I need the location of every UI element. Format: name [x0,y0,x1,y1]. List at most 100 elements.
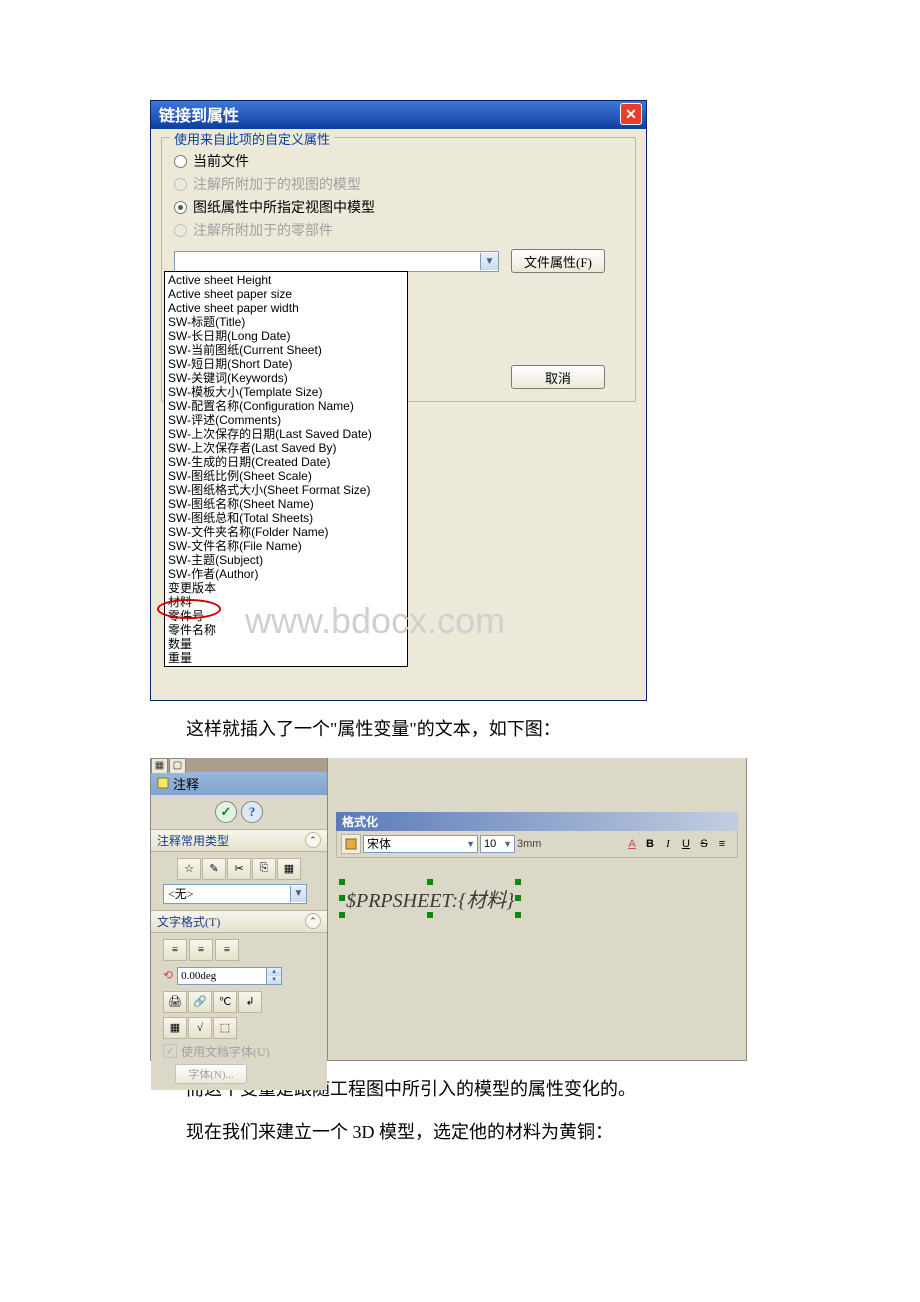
help-button[interactable]: ? [241,801,263,823]
tab-icon[interactable]: ▦ [151,758,168,773]
chevron-up-icon[interactable]: ⌃ [305,913,321,929]
list-item[interactable]: Active sheet paper size [166,287,406,301]
chevron-down-icon[interactable]: ▼ [480,253,498,270]
body-paragraph: 这样就插入了一个"属性变量"的文本，如下图： [150,715,770,744]
list-item[interactable]: 材料 [166,595,406,609]
list-item[interactable]: SW-短日期(Short Date) [166,357,406,371]
toolbar-icon[interactable]: ⬚ [213,1017,237,1039]
toolbar-icon[interactable]: ☆ [177,858,201,880]
property-combobox[interactable]: ▼ [174,251,499,272]
body-paragraph: 现在我们来建立一个 3D 模型，选定他的材料为黄铜： [150,1118,770,1147]
list-item[interactable]: SW-图纸总和(Total Sheets) [166,511,406,525]
font-size-select[interactable]: 10 ▼ [480,835,515,853]
radio-sheet-model[interactable]: 图纸属性中所指定视图中模型 [174,197,623,217]
align-left-icon[interactable]: ≡ [163,939,187,961]
section-text-format[interactable]: 文字格式(T) ⌃ [151,910,327,933]
bold-icon[interactable]: B [643,837,657,851]
list-item[interactable]: SW-上次保存的日期(Last Saved Date) [166,427,406,441]
font-select[interactable]: 宋体 ▼ [363,835,478,853]
spinner-up-icon[interactable]: ▲ [267,968,281,976]
toolbar-icon[interactable]: ▦ [163,1017,187,1039]
chevron-down-icon[interactable]: ▼ [466,839,477,849]
section-annotation-type[interactable]: 注释常用类型 ⌃ [151,829,327,852]
spinner[interactable]: ▲ ▼ [266,968,281,984]
toolbar-icon[interactable]: ✂ [227,858,251,880]
handle-icon[interactable] [339,912,345,918]
justify-icon[interactable]: ≡ [715,837,729,851]
list-item[interactable]: 数量 [166,637,406,651]
radio-view-model: 注解所附加于的视图的模型 [174,174,623,194]
radio-icon [174,178,187,191]
list-item[interactable]: 零件名称 [166,623,406,637]
dialog-title: 链接到属性 [159,102,239,126]
handle-icon[interactable] [515,912,521,918]
color-icon[interactable] [341,834,361,854]
list-item[interactable]: SW-文件名称(File Name) [166,539,406,553]
handle-icon[interactable] [339,879,345,885]
list-item[interactable]: 重量 [166,651,406,665]
list-item[interactable]: SW-关键词(Keywords) [166,371,406,385]
list-item[interactable]: SW-上次保存者(Last Saved By) [166,441,406,455]
list-item[interactable]: SW-主题(Subject) [166,553,406,567]
canvas-area: 格式化 宋体 ▼ 10 ▼ 3mm A [328,758,746,1060]
toolbar-icon[interactable]: ✎ [202,858,226,880]
list-item[interactable]: SW-当前图纸(Current Sheet) [166,343,406,357]
strikethrough-icon[interactable]: S [697,837,711,851]
handle-icon[interactable] [515,895,521,901]
list-item[interactable]: Active sheet paper width [166,301,406,315]
annotation-type-select[interactable]: <无> ▼ [163,884,307,904]
toolbar-icon[interactable]: 🖨 [163,991,187,1013]
list-item[interactable]: Active sheet Height [166,273,406,287]
cancel-button[interactable]: 取消 [511,365,605,389]
text-color-icon[interactable]: A [625,837,639,851]
list-item[interactable]: SW-模板大小(Template Size) [166,385,406,399]
handle-icon[interactable] [339,895,345,901]
list-item[interactable]: SW-生成的日期(Created Date) [166,455,406,469]
property-dropdown-list[interactable]: Active sheet Height Active sheet paper s… [164,271,408,667]
align-center-icon[interactable]: ≡ [189,939,213,961]
chevron-down-icon[interactable]: ▼ [290,886,306,902]
groupbox-title: 使用来自此项的自定义属性 [170,129,334,148]
handle-icon[interactable] [515,879,521,885]
list-item[interactable]: 零件号 [166,609,406,623]
close-icon[interactable]: ✕ [620,103,642,125]
chevron-up-icon[interactable]: ⌃ [305,832,321,848]
annotation-text-selection[interactable]: $PRPSHEET:{材料} [342,882,518,915]
spinner-down-icon[interactable]: ▼ [267,976,281,984]
list-item[interactable]: SW-文件夹名称(Folder Name) [166,525,406,539]
toolbar-icon[interactable]: ↲ [238,991,262,1013]
list-item[interactable]: SW-评述(Comments) [166,413,406,427]
italic-icon[interactable]: I [661,837,675,851]
checkbox-icon: ✓ [163,1044,177,1058]
list-item[interactable]: SW-作者(Author) [166,567,406,581]
format-toolbar-title: 格式化 [336,812,738,831]
link-to-property-dialog: 链接到属性 ✕ 使用来自此项的自定义属性 当前文件 注解所附加于的视图的模型 [150,100,647,701]
format-toolbar: 宋体 ▼ 10 ▼ 3mm A B I U S ≡ [336,831,738,858]
chevron-down-icon[interactable]: ▼ [503,839,514,849]
toolbar-icon[interactable]: ⎘ [252,858,276,880]
list-item[interactable]: SW-图纸名称(Sheet Name) [166,497,406,511]
file-properties-button[interactable]: 文件属性(F) [511,249,605,273]
toolbar-icon[interactable]: ℃ [213,991,237,1013]
note-icon [157,777,169,789]
toolbar-icon[interactable]: √ [188,1017,212,1039]
font-button: 字体(N)... [175,1064,247,1084]
property-manager-panel: 注释 ✓ ? 注释常用类型 ⌃ ☆ ✎ ✂ ⎘ ▦ <无> [151,758,328,1060]
list-item[interactable]: SW-图纸格式大小(Sheet Format Size) [166,483,406,497]
handle-icon[interactable] [427,912,433,918]
toolbar-icon[interactable]: ▦ [277,858,301,880]
underline-icon[interactable]: U [679,837,693,851]
toolbar-icon[interactable]: 🔗 [188,991,212,1013]
tab-icon[interactable]: ▢ [169,758,186,773]
handle-icon[interactable] [427,879,433,885]
list-item[interactable]: SW-配置名称(Configuration Name) [166,399,406,413]
list-item[interactable]: SW-图纸比例(Sheet Scale) [166,469,406,483]
list-item[interactable]: 变更版本 [166,581,406,595]
use-doc-font-checkbox: ✓ 使用文档字体(U) [163,1043,321,1060]
angle-input[interactable]: 0.00deg ▲ ▼ [177,967,282,985]
list-item[interactable]: SW-标题(Title) [166,315,406,329]
radio-current-file[interactable]: 当前文件 [174,151,623,171]
align-right-icon[interactable]: ≡ [215,939,239,961]
ok-button[interactable]: ✓ [215,801,237,823]
list-item[interactable]: SW-长日期(Long Date) [166,329,406,343]
